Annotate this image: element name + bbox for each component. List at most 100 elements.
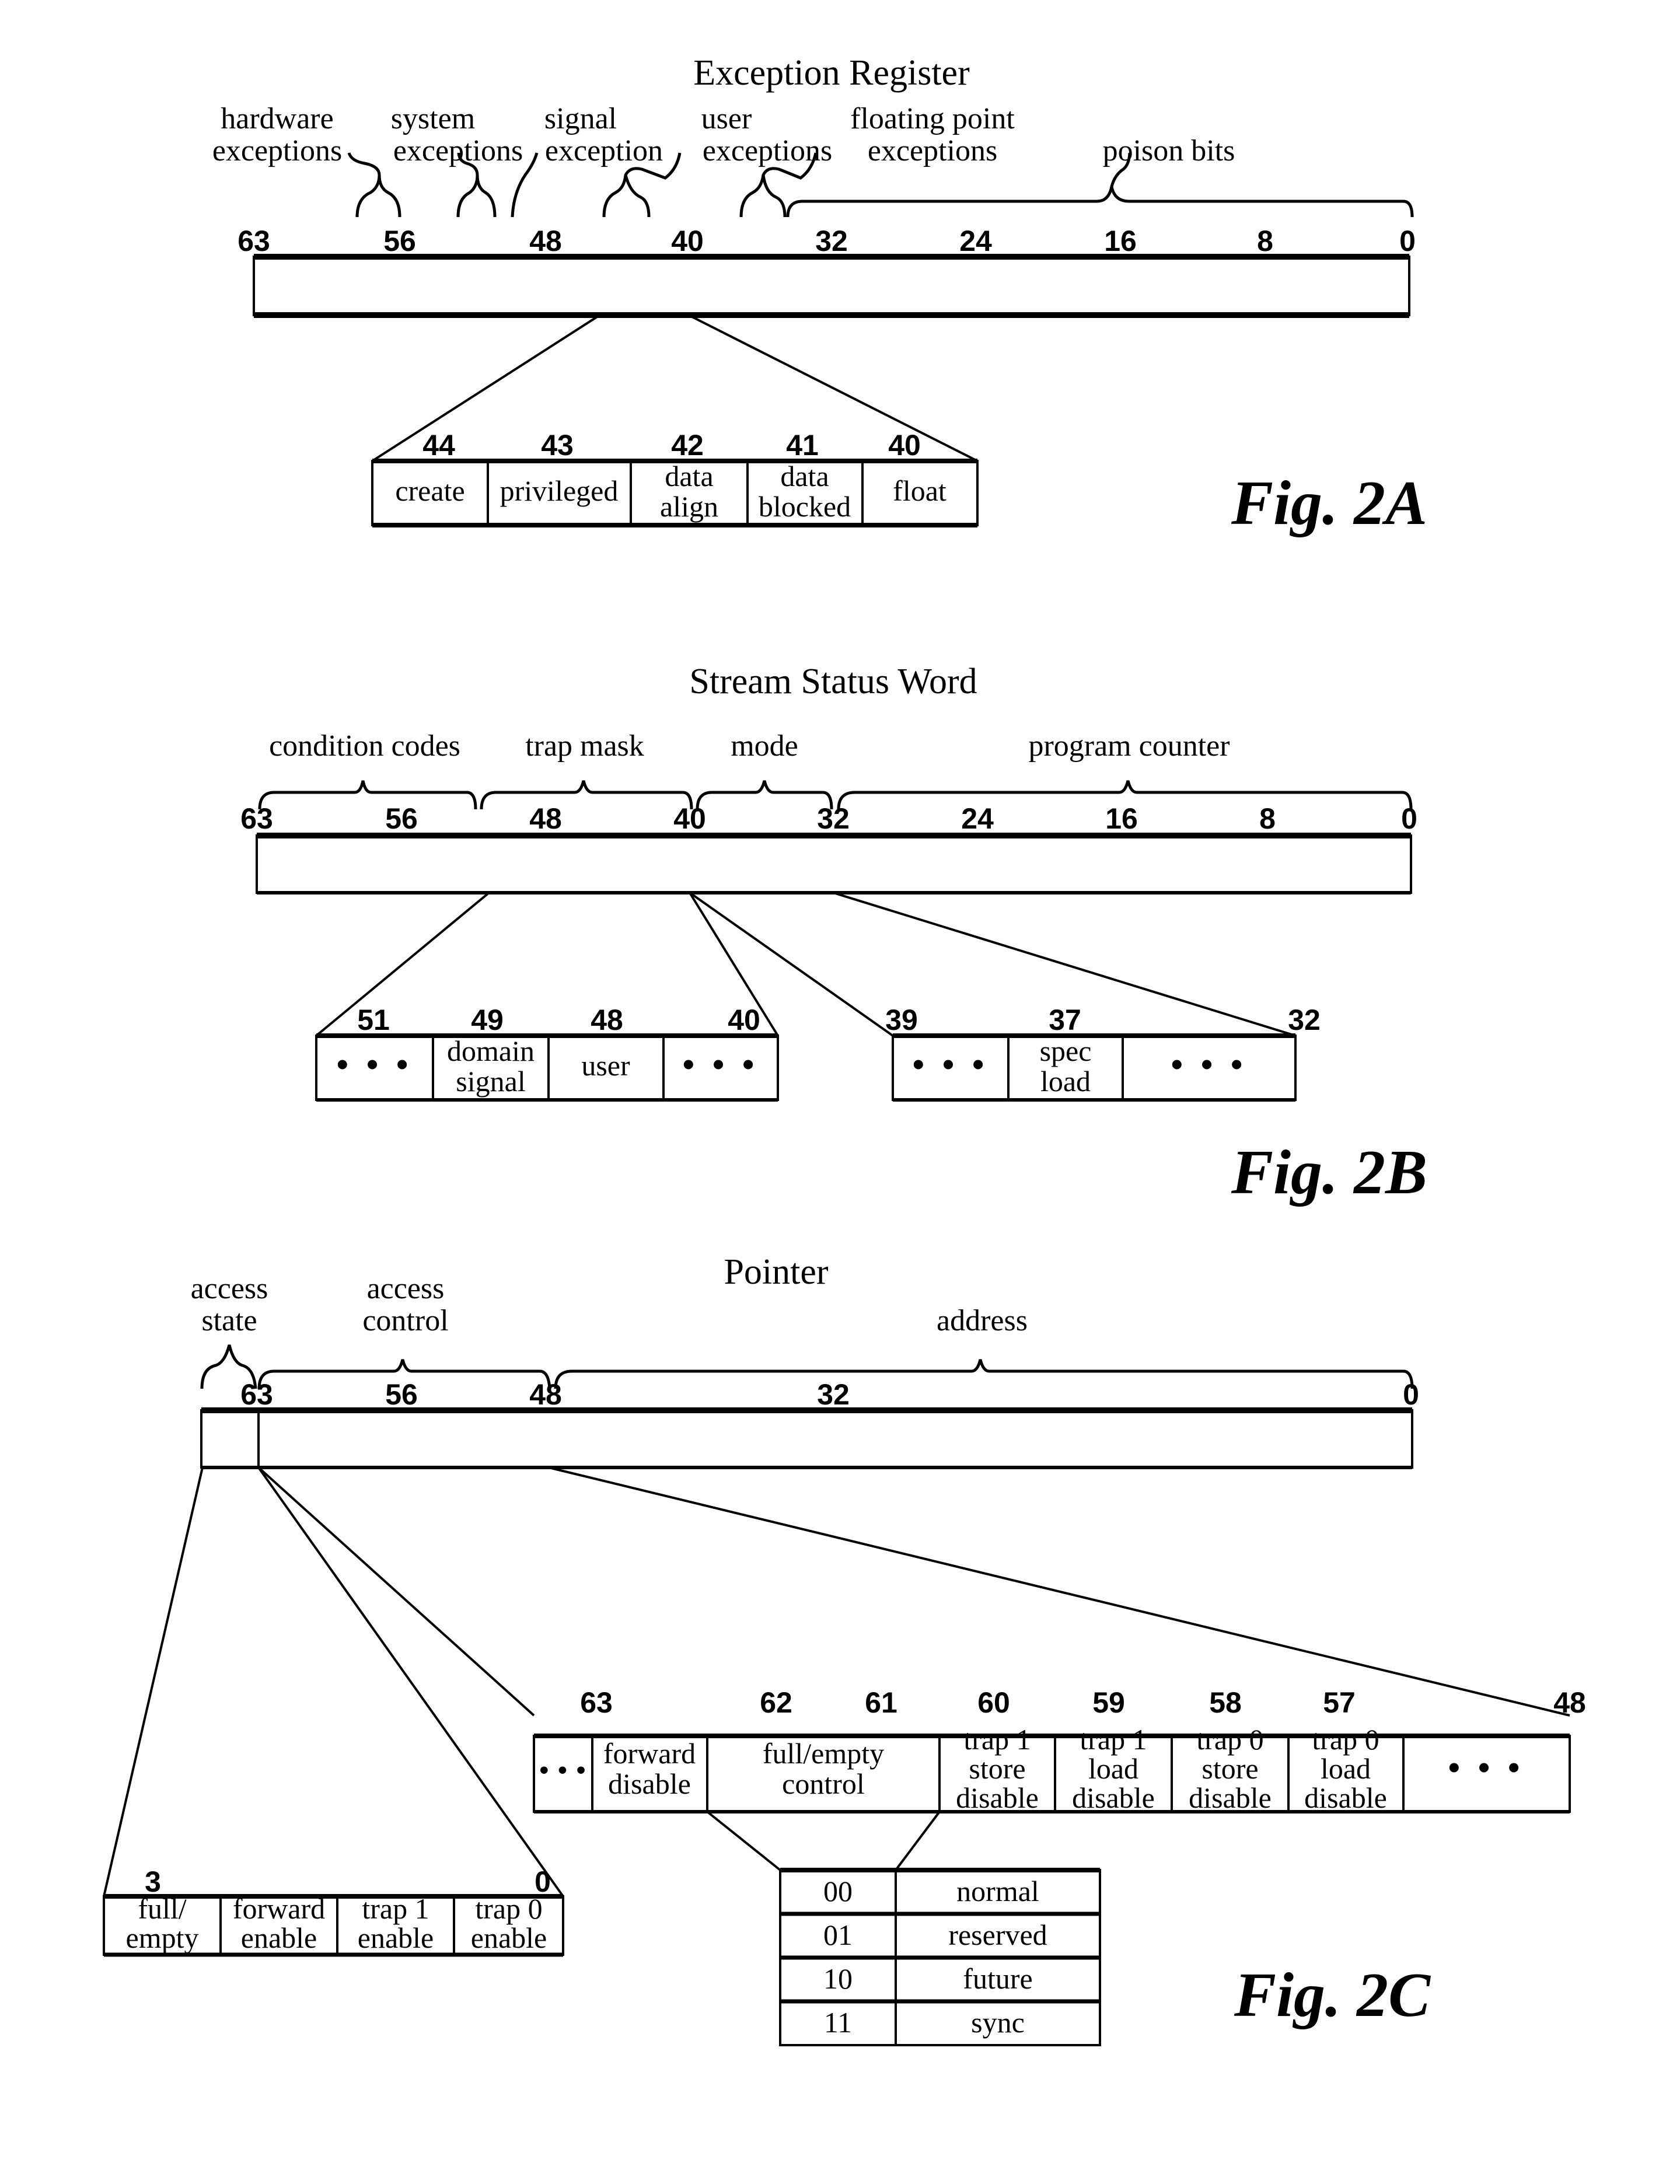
cell-trap0-enable-text-1: trap 0 (475, 1892, 542, 1925)
cell-data-blocked-text-2: blocked (759, 490, 851, 523)
detail-bit-58: 58 (1209, 1686, 1242, 1719)
cell-trap0-load-text-3: disable (1304, 1781, 1387, 1814)
fig2a-detail-table: create privileged data align data blocke… (371, 459, 979, 527)
label-poison-bits: poison bits (1103, 134, 1235, 167)
cell-trap1-store-text-2: store (969, 1752, 1025, 1785)
detail-bit-48: 48 (591, 1004, 623, 1036)
cell-float-text: float (893, 474, 946, 507)
cell-privileged-text: privileged (500, 474, 619, 507)
detail-bit-48: 48 (1553, 1686, 1586, 1719)
expand-state-right (257, 1466, 564, 1898)
tick-48: 48 (529, 802, 562, 835)
tick-0: 0 (1401, 802, 1417, 835)
cell-trap0-store-text-3: disable (1189, 1781, 1272, 1814)
fig-2b: Stream Status Word condition codes trap … (240, 662, 1427, 1207)
cell-trap1-load-text-1: trap 1 (1080, 1723, 1147, 1756)
label-system-exceptions: system (391, 102, 475, 135)
tick-48: 48 (529, 1378, 562, 1411)
fig2a-caption: Fig. 2A (1231, 469, 1427, 538)
tick-63: 63 (240, 802, 273, 835)
label-address: address (937, 1304, 1028, 1337)
cell-full-empty-text-2: empty (126, 1921, 199, 1954)
detail-bit-37: 37 (1049, 1004, 1081, 1036)
tick-40: 40 (671, 225, 704, 257)
fe-meaning: reserved (948, 1919, 1047, 1951)
label-floating-point-exceptions: floating point (850, 102, 1015, 135)
fig2c-braces (200, 1344, 1414, 1389)
cell-full-empty-text-1: full/ (138, 1892, 186, 1925)
pointer-access-state-box (200, 1409, 260, 1469)
brace-trap-mask (480, 780, 693, 810)
detail-bit-61: 61 (865, 1686, 897, 1719)
detail-bit-62: 62 (760, 1686, 792, 1719)
detail-bit-49: 49 (471, 1004, 504, 1036)
fe-code: 01 (823, 1919, 853, 1951)
detail-bit-32: 32 (1288, 1004, 1321, 1036)
cell-spec-load-text-2: load (1040, 1065, 1091, 1098)
detail-bit-41: 41 (786, 429, 819, 462)
pointer-main-box (257, 1409, 1413, 1469)
detail-bit-51: 51 (357, 1004, 390, 1036)
fig2c-caption: Fig. 2C (1234, 1961, 1431, 2030)
cell-trap0-enable-text-2: enable (471, 1921, 547, 1954)
expand-fe-right (895, 1811, 941, 1871)
fe-meaning: normal (956, 1875, 1039, 1907)
cell-trap0-store-text-1: trap 0 (1196, 1723, 1263, 1756)
patent-figure-sheet: Exception Register hardware exceptions s… (103, 53, 1586, 2046)
detail-bit-40: 40 (728, 1004, 760, 1036)
fig2a-detail-bits: 44 43 42 41 40 (422, 429, 921, 462)
fig2c-access-state-detail: 3 0 full/ empty forward enable trap 1 en… (103, 1865, 564, 1957)
cell-user-text: user (581, 1049, 630, 1082)
tick-48: 48 (529, 225, 562, 257)
detail-bit-60: 60 (977, 1686, 1010, 1719)
cell-data-align-text-1: data (665, 460, 713, 492)
full-empty-control-table: 00 normal 01 reserved 10 future 11 sync (779, 1868, 1101, 2046)
cell-trap1-store-text-1: trap 1 (963, 1723, 1031, 1756)
ellipsis-text: • • • (913, 1046, 989, 1082)
tick-8: 8 (1257, 225, 1273, 257)
cell-trap0-store-text-2: store (1202, 1752, 1258, 1785)
cell-forward-disable-text-1: forward (603, 1737, 696, 1770)
ellipsis-text: • • • (1448, 1749, 1524, 1785)
fig2b-title: Stream Status Word (689, 662, 977, 701)
fig2c-field-labels: access state access control address (191, 1272, 1028, 1337)
tick-8: 8 (1259, 802, 1276, 835)
tick-56: 56 (383, 225, 416, 257)
tick-56: 56 (385, 1378, 418, 1411)
cell-trap1-enable-text-2: enable (358, 1921, 434, 1954)
expand-control-left (257, 1466, 535, 1717)
fig-2a: Exception Register hardware exceptions s… (212, 53, 1427, 538)
fe-code: 10 (823, 1962, 853, 1995)
label-program-counter: program counter (1028, 729, 1230, 763)
label-hardware-exceptions-2: exceptions (212, 134, 342, 167)
fig2c-access-control-detail: 63 62 61 60 59 58 57 48 • • • forward di… (533, 1686, 1586, 1814)
cell-trap1-enable-text-1: trap 1 (362, 1892, 429, 1925)
fig2a-bit-ticks: 63 56 48 40 32 24 16 8 0 (237, 225, 1416, 257)
expand-state-left (103, 1467, 204, 1897)
cell-create-text: create (395, 474, 464, 507)
cell-trap0-load-text-2: load (1321, 1752, 1371, 1785)
tick-0: 0 (1403, 1378, 1419, 1411)
fig2b-caption: Fig. 2B (1231, 1138, 1427, 1207)
brace-hardware-exceptions (347, 152, 401, 218)
ellipsis-text: • • • (540, 1756, 587, 1784)
label-mode: mode (731, 729, 798, 763)
brace-address (554, 1359, 1414, 1389)
label-access-control-1: access (367, 1272, 445, 1305)
fig2a-field-labels: hardware exceptions system exceptions si… (212, 102, 1235, 167)
cell-trap0-load-text-1: trap 0 (1312, 1723, 1379, 1756)
expand-line-right (688, 314, 978, 462)
detail-bit-59: 59 (1092, 1686, 1125, 1719)
cell-full-empty-control-text-1: full/empty (763, 1737, 884, 1770)
tick-24: 24 (961, 802, 994, 835)
expand-control-right (548, 1466, 1570, 1717)
detail-bit-57: 57 (1323, 1686, 1356, 1719)
cell-forward-disable-text-2: disable (608, 1767, 691, 1800)
label-access-control-2: control (362, 1304, 448, 1337)
label-user-exceptions: user (701, 102, 752, 135)
detail-bit-42: 42 (671, 429, 704, 462)
fe-meaning: sync (971, 2006, 1025, 2039)
tick-32: 32 (817, 802, 850, 835)
label-trap-mask: trap mask (525, 729, 644, 763)
cell-forward-enable-text-1: forward (233, 1892, 325, 1925)
